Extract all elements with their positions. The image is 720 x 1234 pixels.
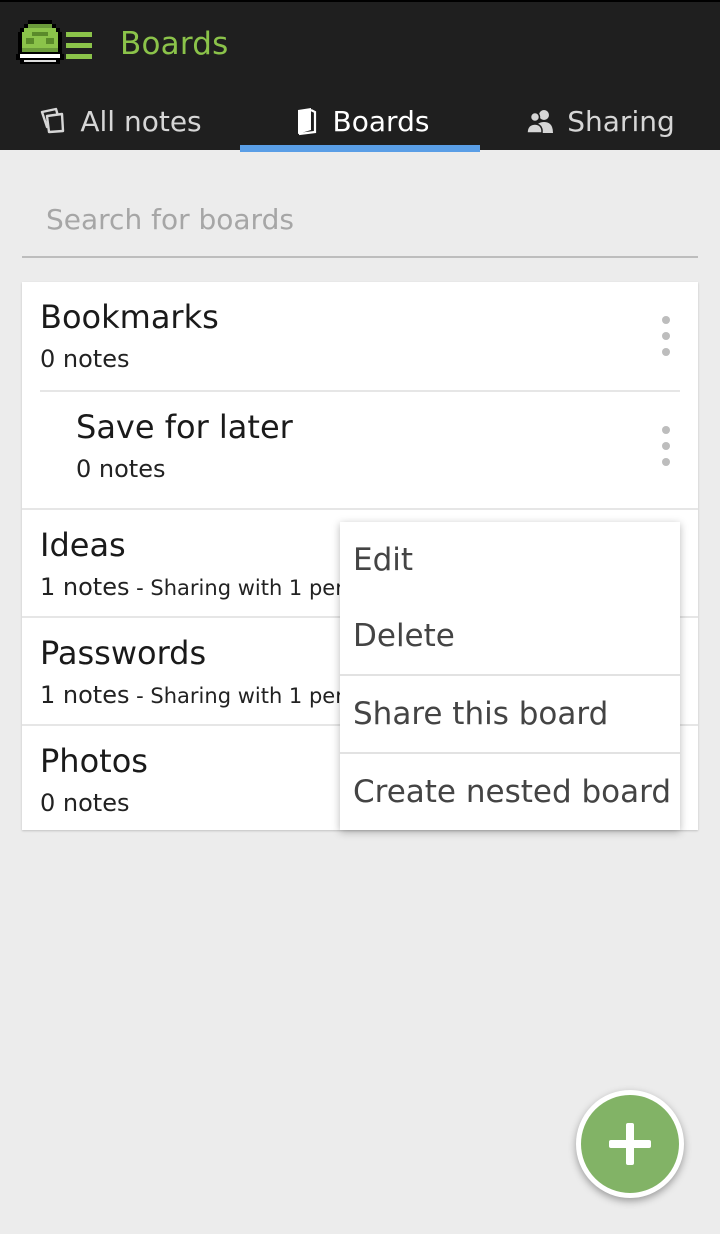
menu-item-share-board[interactable]: Share this board — [340, 676, 680, 752]
board-note-count: 1 notes — [40, 681, 130, 709]
board-name: Save for later — [76, 408, 293, 446]
board-name: Passwords — [40, 634, 207, 672]
search-bar — [22, 184, 698, 258]
sharing-status: - Sharing with 1 person — [136, 684, 340, 708]
menu-item-delete[interactable]: Delete — [340, 598, 680, 674]
board-row-bookmarks[interactable]: Bookmarks 0 notes — [22, 282, 698, 390]
more-vert-icon[interactable] — [658, 316, 674, 356]
board-name: Photos — [40, 742, 148, 780]
tab-sharing-label: Sharing — [567, 104, 675, 138]
sharing-status: - Sharing with 1 person — [136, 576, 340, 600]
notes-icon — [38, 106, 68, 136]
board-note-count: 0 notes — [40, 789, 130, 817]
tab-all-notes[interactable]: All notes — [0, 90, 240, 152]
plus-icon — [609, 1123, 651, 1165]
board-note-count: 0 notes — [40, 345, 130, 373]
tab-all-notes-label: All notes — [80, 104, 202, 138]
tab-sharing[interactable]: Sharing — [480, 90, 720, 152]
turtle-shell-icon[interactable] — [14, 16, 94, 76]
menu-item-create-nested-board[interactable]: Create nested board — [340, 754, 680, 830]
board-meta: 1 notes - Sharing with 1 person — [40, 573, 340, 601]
tab-bar: All notes Boards Sharing — [0, 90, 720, 152]
board-name: Ideas — [40, 526, 126, 564]
menu-item-edit[interactable]: Edit — [340, 522, 680, 598]
board-note-count: 1 notes — [40, 573, 130, 601]
app-title: Boards — [120, 26, 229, 62]
add-board-button[interactable] — [576, 1090, 684, 1198]
board-note-count: 0 notes — [76, 455, 166, 483]
more-vert-icon[interactable] — [658, 426, 674, 466]
board-name: Bookmarks — [40, 298, 219, 336]
people-icon — [525, 106, 555, 136]
tab-boards[interactable]: Boards — [240, 90, 480, 152]
board-meta: 1 notes - Sharing with 1 person — [40, 681, 340, 709]
tab-boards-label: Boards — [332, 104, 430, 138]
app-screen: Boards All notes Boards Sharing Search f… — [0, 0, 720, 1234]
board-row-save-for-later[interactable]: Save for later 0 notes — [22, 392, 698, 508]
app-header: Boards All notes Boards Sharing — [0, 0, 720, 152]
search-input[interactable] — [22, 184, 698, 254]
book-icon — [291, 106, 321, 136]
board-context-menu: Edit Delete Share this board Create nest… — [340, 522, 680, 830]
